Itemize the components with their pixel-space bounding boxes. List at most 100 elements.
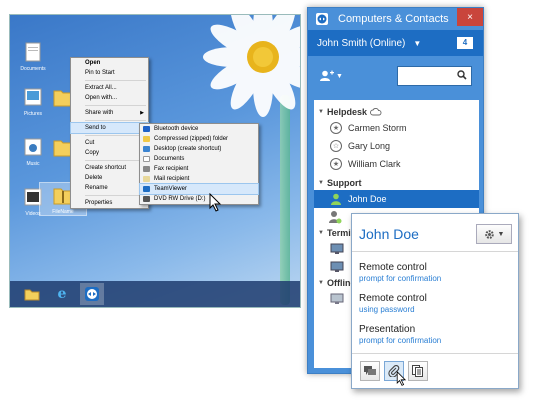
notification-badge[interactable]: 4 [457, 37, 473, 49]
desktop-icon-documents[interactable]: Documents [10, 40, 56, 72]
desktop-icon-label: Pictures [23, 111, 43, 117]
send-to-submenu: Bluetooth device Compressed (zipped) fol… [139, 123, 259, 205]
group-header-support[interactable]: ▼ Support [314, 176, 479, 190]
close-button[interactable]: × [457, 8, 483, 26]
mouse-cursor-icon [396, 371, 407, 386]
contact-row[interactable]: ★ Carmen Storm [314, 119, 479, 137]
contact-name: William Clark [348, 159, 401, 169]
group-name: Termi [326, 228, 351, 238]
taskbar-ie[interactable]: e [50, 283, 74, 305]
menu-separator [85, 120, 146, 121]
file-context-menu: Open Pin to Start Extract All... Open wi… [70, 57, 149, 209]
menu-item-create-shortcut[interactable]: Create shortcut [71, 163, 148, 173]
chevron-down-icon: ▼ [336, 72, 343, 80]
daisy-wallpaper-icon [203, 15, 300, 117]
internet-explorer-icon: e [57, 286, 67, 302]
menu-item-cut[interactable]: Cut [71, 138, 148, 148]
sendto-bluetooth[interactable]: Bluetooth device [140, 124, 258, 134]
user-status-bar[interactable]: John Smith (Online) ▼ 4 [308, 30, 483, 56]
menu-item-share-with[interactable]: Share with ▶ [71, 108, 148, 118]
documents-icon [25, 42, 41, 62]
computer-icon [330, 261, 344, 272]
settings-menu-button[interactable]: ▼ [476, 224, 512, 244]
menu-item-label: Documents [154, 156, 185, 162]
divider [352, 353, 518, 354]
taskbar-teamviewer[interactable] [80, 283, 104, 305]
action-remote-control-confirm[interactable]: Remote control prompt for confirmation [359, 262, 441, 283]
files-button[interactable] [408, 361, 428, 381]
contact-row[interactable]: ☆ Gary Long [314, 137, 479, 155]
taskbar: e [10, 281, 300, 307]
contact-name: Gary Long [348, 141, 391, 151]
mouse-cursor-icon [209, 193, 222, 212]
fax-icon [143, 166, 150, 172]
group-header-helpdesk[interactable]: ▼ Helpdesk [314, 105, 479, 119]
chat-icon [364, 365, 376, 375]
action-subtitle: prompt for confirmation [359, 336, 442, 345]
windows-desktop: Documents Pictures Music Videos FileName… [10, 15, 300, 307]
expand-triangle-icon: ▼ [318, 180, 324, 186]
contact-row[interactable]: ★ William Clark [314, 155, 479, 173]
menu-item-rename[interactable]: Rename [71, 183, 148, 193]
taskbar-explorer[interactable] [20, 283, 44, 305]
mail-icon [143, 176, 150, 182]
action-remote-control-password[interactable]: Remote control using password [359, 293, 427, 314]
desktop-icon [143, 146, 150, 152]
search-input[interactable] [397, 66, 472, 86]
expand-triangle-icon: ▼ [318, 280, 324, 286]
menu-item-copy[interactable]: Copy [71, 148, 148, 158]
contact-status-icon: ★ [330, 122, 342, 134]
files-icon [412, 365, 423, 377]
menu-item-open[interactable]: Open [71, 58, 148, 68]
menu-item-delete[interactable]: Delete [71, 173, 148, 183]
menu-separator [85, 80, 146, 81]
sendto-zip[interactable]: Compressed (zipped) folder [140, 134, 258, 144]
contact-action-popup: John Doe ▼ Remote control prompt for con… [351, 213, 519, 389]
chevron-down-icon[interactable]: ▼ [413, 39, 421, 48]
submenu-arrow-icon: ▶ [140, 110, 144, 116]
menu-item-properties[interactable]: Properties [71, 198, 148, 208]
contact-row-selected[interactable]: John Doe [314, 190, 479, 208]
sendto-documents[interactable]: Documents [140, 154, 258, 164]
divider [352, 251, 518, 252]
documents-icon [143, 156, 150, 162]
sendto-dvd[interactable]: DVD RW Drive (D:) [140, 194, 258, 204]
chevron-down-icon: ▼ [497, 230, 505, 238]
menu-separator [85, 195, 146, 196]
menu-item-label: Compressed (zipped) folder [154, 136, 229, 142]
chat-button[interactable] [360, 361, 380, 381]
menu-item-pin-to-start[interactable]: Pin to Start [71, 68, 148, 78]
menu-item-open-with[interactable]: Open with... [71, 93, 148, 103]
sendto-fax[interactable]: Fax recipient [140, 164, 258, 174]
menu-item-send-to[interactable]: Send to▶ [70, 122, 149, 134]
window-title-bar: Computers & Contacts × [308, 8, 483, 30]
contact-name: John Doe [348, 194, 387, 204]
cloud-icon [370, 108, 382, 116]
sendto-mail[interactable]: Mail recipient [140, 174, 258, 184]
menu-item-label: Share with [85, 110, 114, 116]
contact-status-icon: ★ [330, 158, 342, 170]
zip-folder-icon [143, 136, 150, 142]
sendto-teamviewer[interactable]: TeamViewer [139, 183, 259, 195]
desktop-icon-label: FileName [52, 209, 74, 215]
popup-contact-name: John Doe [359, 226, 419, 242]
menu-item-label: Desktop (create shortcut) [154, 146, 222, 152]
computer-icon [330, 243, 344, 254]
add-contact-button[interactable]: ▼ [320, 70, 343, 82]
computer-icon [330, 293, 344, 304]
menu-item-extract-all[interactable]: Extract All... [71, 83, 148, 93]
menu-separator [85, 160, 146, 161]
action-presentation[interactable]: Presentation prompt for confirmation [359, 324, 441, 345]
search-icon [457, 70, 467, 80]
contact-name: Carmen Storm [348, 123, 407, 133]
menu-item-label: Mail recipient [154, 176, 190, 182]
action-title: Remote control [359, 293, 427, 304]
menu-item-label: Send to [85, 125, 106, 131]
sendto-desktop[interactable]: Desktop (create shortcut) [140, 144, 258, 154]
user-name-status: John Smith (Online) [317, 37, 406, 49]
menu-item-label: Fax recipient [154, 166, 189, 172]
desktop-icon-label: Documents [20, 66, 46, 72]
menu-separator [85, 135, 146, 136]
expand-triangle-icon: ▼ [318, 230, 324, 236]
contact-status-icon: ☆ [330, 140, 342, 152]
